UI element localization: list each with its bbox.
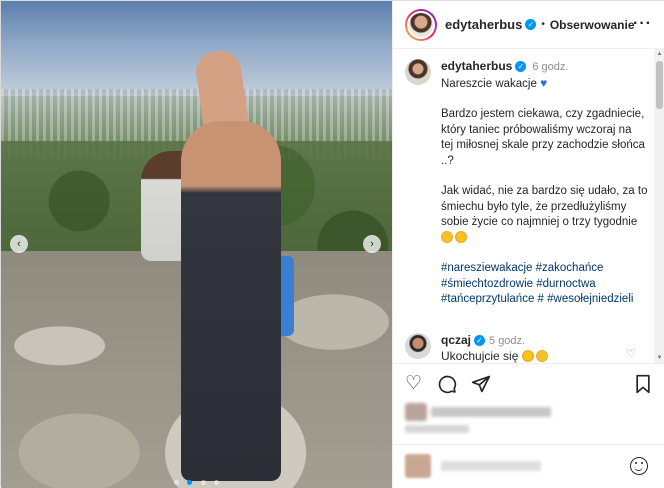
comments-area[interactable]: edytaherbus ✓ 6 godz. Nareszcie wakacje ♥ …	[393, 49, 655, 363]
liked-by-blurred	[405, 403, 551, 421]
header-username[interactable]: edytaherbus	[445, 17, 522, 32]
emoji-smile-icon[interactable]	[630, 457, 648, 475]
header-separator: •	[541, 19, 545, 30]
chevron-left-icon[interactable]: ‹	[10, 235, 28, 253]
scroll-up-icon[interactable]: ▲	[654, 49, 664, 59]
carousel-dots	[1, 472, 392, 488]
caption-line-1: Nareszcie wakacje ♥	[441, 76, 655, 93]
instagram-post-window: ‹ › edytaherbus ✓ • Obserwowanie ··· edy…	[0, 0, 664, 488]
comment-item: qczaj ✓ 5 godz. Ukochujcie się	[405, 333, 655, 364]
verified-badge-icon: ✓	[525, 19, 537, 30]
avatar[interactable]	[405, 59, 431, 85]
caption: edytaherbus ✓ 6 godz. Nareszcie wakacje ♥ …	[405, 59, 655, 308]
add-comment-bar	[393, 444, 664, 488]
laughing-face-icon	[535, 350, 548, 362]
post-photo[interactable]: ‹ ›	[1, 1, 392, 488]
hashtag-line-1[interactable]: #naresziewakacje #zakochańce	[441, 261, 655, 277]
caption-username[interactable]: edytaherbus	[441, 59, 512, 73]
verified-badge-icon: ✓	[515, 61, 527, 72]
caption-line-3: który taniec próbowaliśmy wczoraj na	[441, 123, 632, 136]
verified-badge-icon: ✓	[474, 335, 486, 346]
caption-line-6: Jak widać, nie za bardzo się udało, za t…	[441, 185, 648, 197]
comment-body: qczaj ✓ 5 godz. Ukochujcie się	[441, 333, 550, 364]
carousel-dot	[173, 480, 179, 485]
caption-body: edytaherbus ✓ 6 godz. Nareszcie wakacje ♥ …	[441, 59, 655, 308]
caption-text: Nareszcie wakacje	[441, 77, 537, 90]
avatar	[405, 454, 431, 478]
sun-icon	[455, 230, 467, 243]
heart-icon[interactable]: ♡	[405, 374, 422, 394]
carousel-dot	[214, 480, 220, 485]
bookmark-icon[interactable]	[634, 374, 652, 399]
hashtag-line-3[interactable]: #tańceprzytulańce # #wesołejniedzieli	[441, 292, 655, 308]
avatar	[405, 403, 427, 421]
comment-time[interactable]: 5 godz.	[489, 335, 525, 347]
post-side-panel: edytaherbus ✓ • Obserwowanie ··· edytahe…	[392, 1, 664, 488]
comment-like-heart-icon[interactable]: ♡	[626, 347, 636, 360]
scroll-down-icon[interactable]: ▼	[654, 353, 664, 363]
follow-button[interactable]: Obserwowanie	[550, 18, 635, 32]
caption-time[interactable]: 6 godz.	[532, 61, 568, 73]
likes-text-blurred	[431, 407, 551, 417]
blue-heart-icon: ♥	[540, 75, 548, 90]
caption-line-7: śmiechu było tyle, że przedłużyliśmy	[441, 200, 627, 213]
scrollbar-thumb[interactable]	[656, 61, 663, 109]
more-horizontal-icon[interactable]: ···	[633, 15, 652, 33]
comment-input-blurred[interactable]	[441, 461, 541, 471]
avatar[interactable]	[405, 8, 437, 41]
caption-line-2: Bardzo jestem ciekawa, czy zgadniecie,	[441, 108, 645, 120]
caption-line-4: tej miłosnej skale przy zachodzie słońca	[441, 139, 645, 151]
avatar[interactable]	[405, 333, 431, 359]
laughing-face-icon	[441, 230, 453, 243]
comments-scrollbar[interactable]: ▲ ▼	[654, 49, 664, 363]
caption-emoji-line	[441, 230, 655, 247]
chevron-right-icon[interactable]: ›	[363, 235, 381, 253]
photo-woman	[181, 121, 281, 481]
post-date-blurred	[405, 425, 469, 433]
sun-icon	[521, 350, 534, 362]
comment-username[interactable]: qczaj	[441, 333, 471, 347]
caption-line-5: ..?	[441, 154, 454, 167]
send-icon[interactable]	[471, 374, 491, 399]
caption-line-8: sobie życie co najmniej o trzy tygodnie	[441, 216, 638, 228]
post-actions: ♡	[393, 363, 664, 403]
post-header: edytaherbus ✓ • Obserwowanie ···	[393, 1, 664, 49]
carousel-dot-active	[187, 480, 193, 485]
carousel-dot	[200, 480, 206, 485]
comment-icon[interactable]	[437, 374, 457, 399]
hashtag-line-2[interactable]: #śmiechtozdrowie #durnoctwa	[441, 277, 655, 293]
comment-text: Ukochujcie się	[441, 349, 519, 363]
